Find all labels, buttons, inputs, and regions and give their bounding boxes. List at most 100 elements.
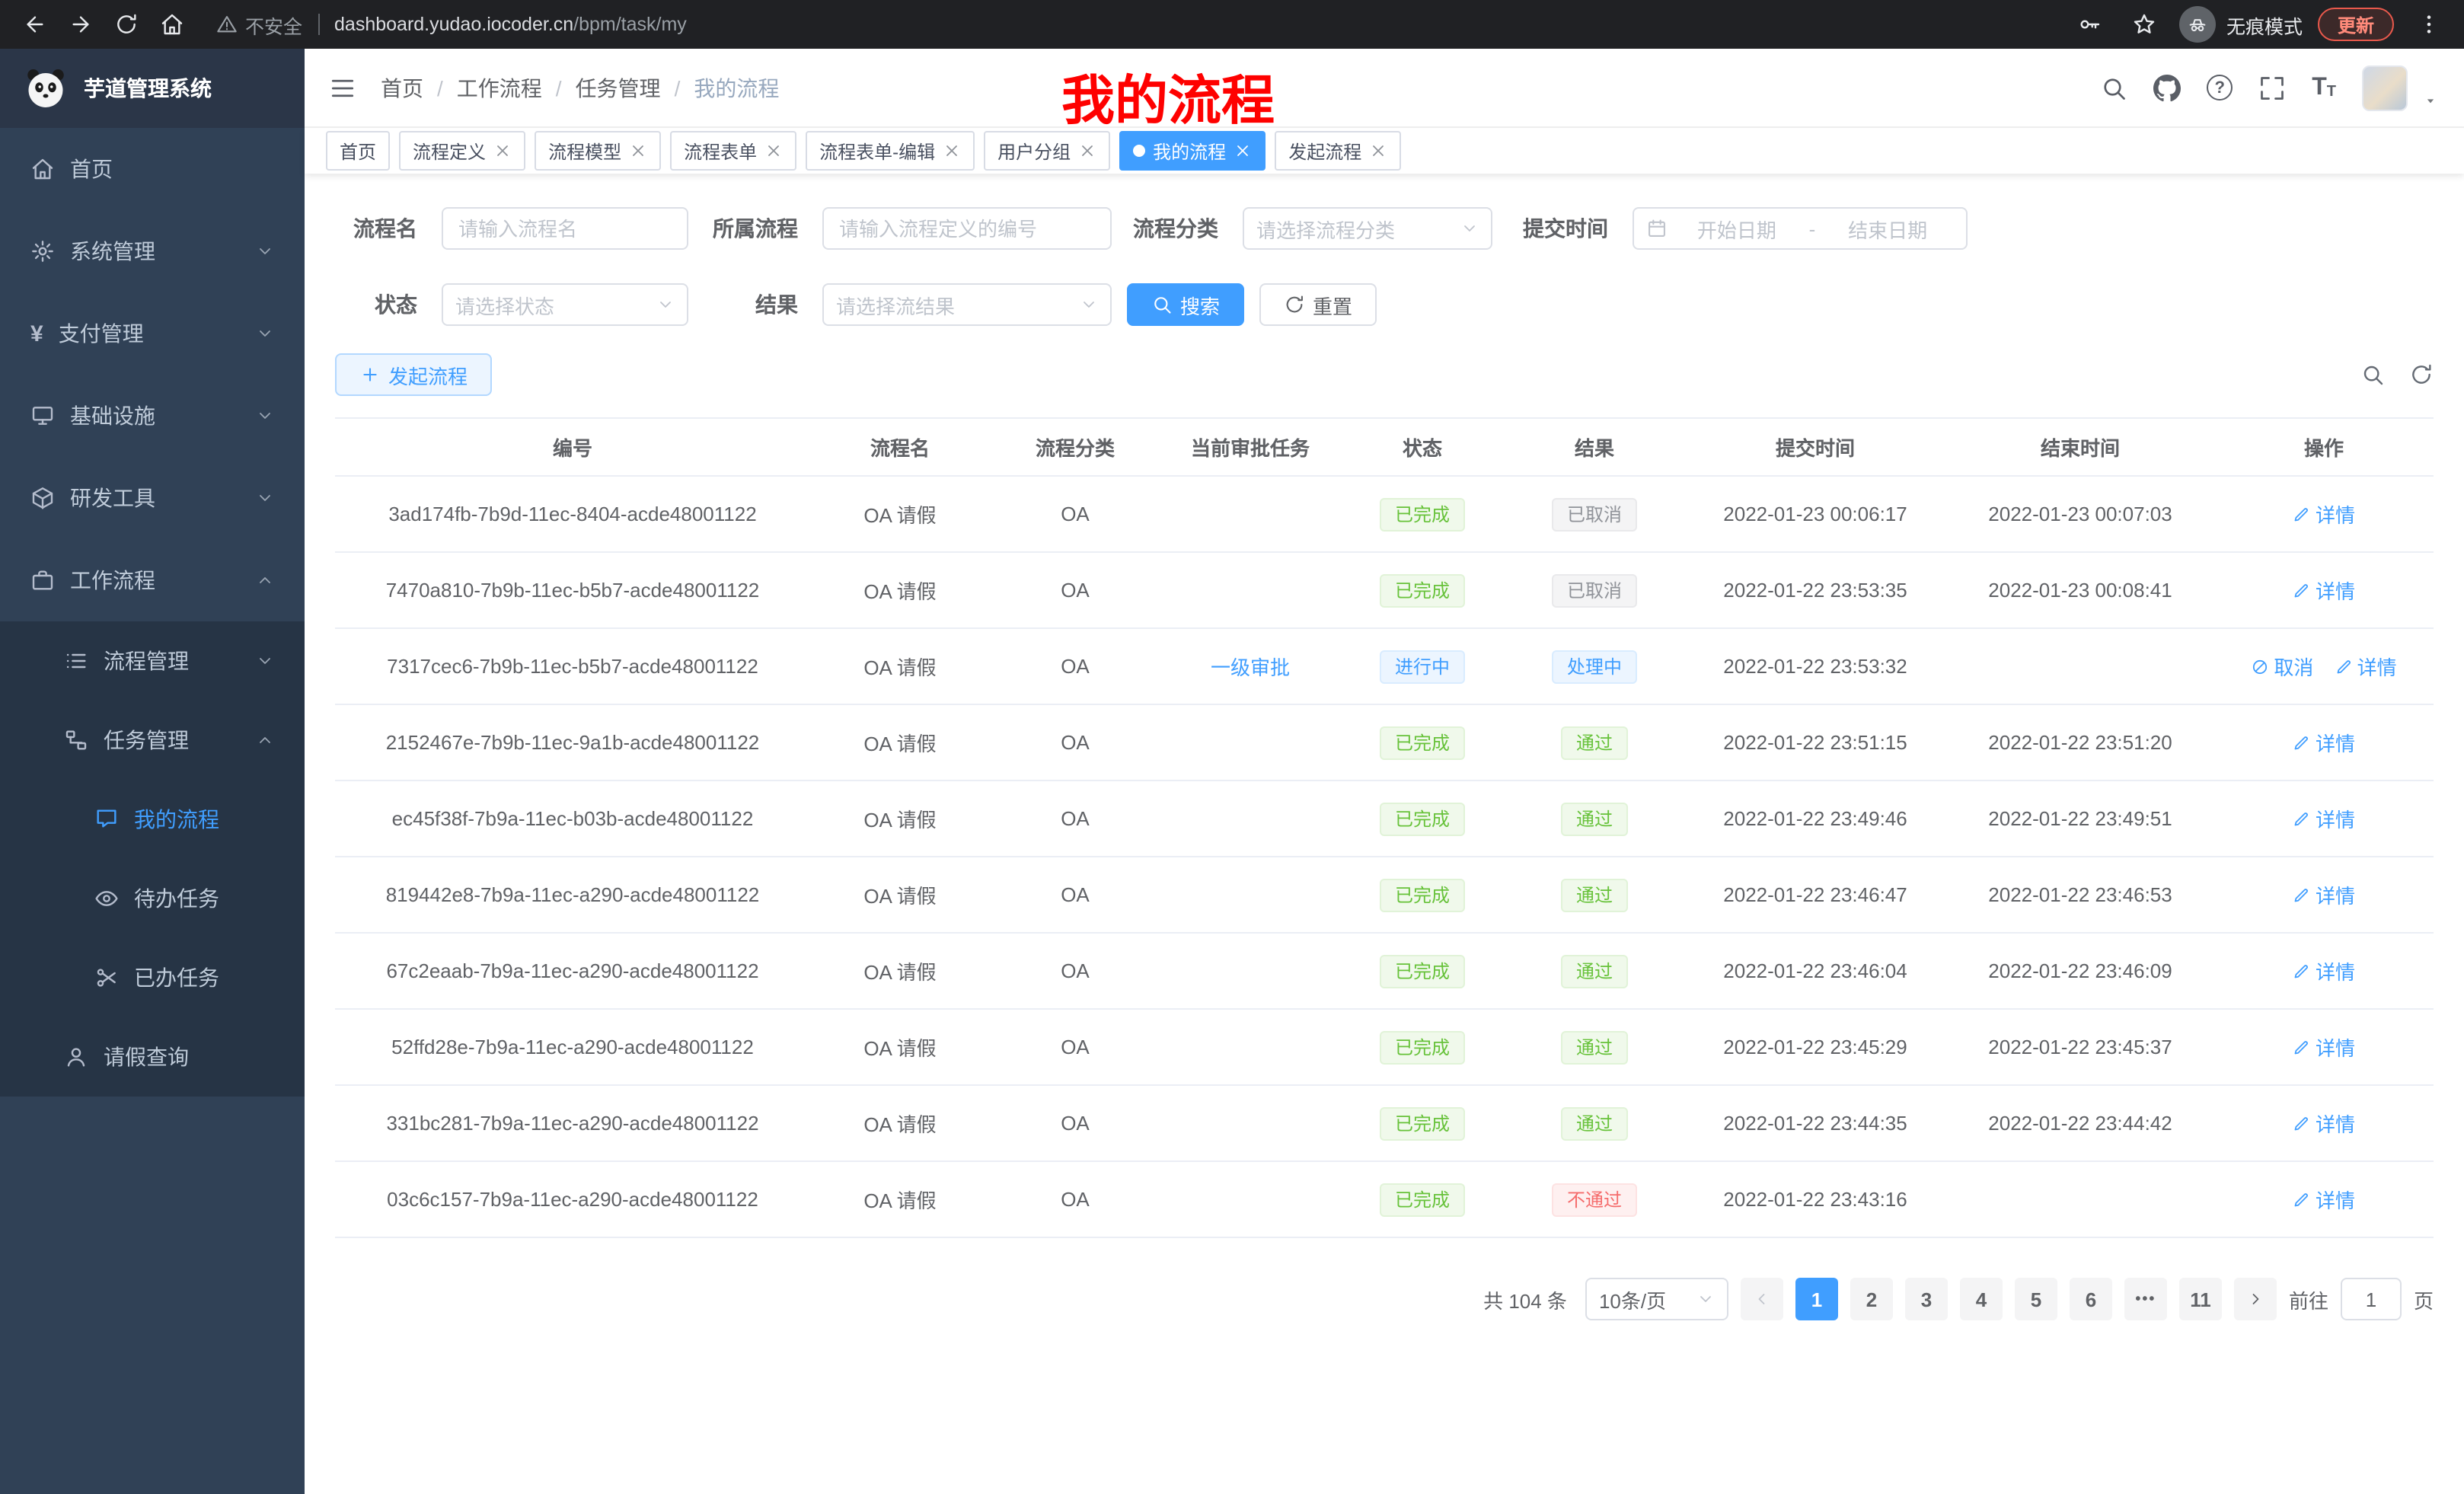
detail-link[interactable]: 详情 <box>2293 1185 2355 1214</box>
sidebar-item-infra[interactable]: 基础设施 <box>0 375 305 457</box>
tab-close-icon[interactable] <box>943 142 961 160</box>
sidebar-item-task-mgmt[interactable]: 任务管理 <box>0 701 305 780</box>
sidebar-item-workflow[interactable]: 工作流程 <box>0 539 305 621</box>
result-badge: 不通过 <box>1552 1183 1637 1216</box>
reload-button[interactable] <box>107 5 146 44</box>
back-button[interactable] <box>15 5 55 44</box>
github-button[interactable] <box>2153 74 2181 101</box>
current-task-link[interactable]: 一级审批 <box>1211 652 1290 681</box>
sidebar-toggle-button[interactable] <box>305 74 381 101</box>
tab-process-form[interactable]: 流程表单 <box>670 131 796 171</box>
detail-link[interactable]: 详情 <box>2335 652 2397 681</box>
sidebar-item-devtools[interactable]: 研发工具 <box>0 457 305 539</box>
sidebar-item-my-process[interactable]: 我的流程 <box>0 780 305 859</box>
browser-menu-button[interactable] <box>2409 5 2449 44</box>
result-select[interactable]: 请选择流结果 <box>822 283 1112 326</box>
tab-user-group[interactable]: 用户分组 <box>984 131 1110 171</box>
address-bar[interactable]: 不安全 dashboard.yudao.iocoder.cn /bpm/task… <box>198 5 2063 44</box>
breadcrumb-item-task-mgmt[interactable]: 任务管理 <box>576 72 661 103</box>
forward-button[interactable] <box>61 5 101 44</box>
detail-link[interactable]: 详情 <box>2293 804 2355 833</box>
sidebar-item-payment[interactable]: ¥ 支付管理 <box>0 292 305 375</box>
more-pages-button[interactable]: ••• <box>2124 1278 2167 1320</box>
tab-home[interactable]: 首页 <box>326 131 390 171</box>
process-id: 819442e8-7b9a-11ec-a290-acde48001122 <box>335 857 810 933</box>
category-select[interactable]: 请选择流程分类 <box>1243 207 1492 250</box>
header-search-button[interactable] <box>2100 74 2127 101</box>
end-time: 2022-01-22 23:49:51 <box>1946 781 2214 857</box>
goto-page-input[interactable] <box>2341 1278 2402 1320</box>
detail-link[interactable]: 详情 <box>2293 880 2355 909</box>
plus-icon <box>359 364 381 385</box>
status-select[interactable]: 请选择状态 <box>442 283 688 326</box>
detail-link[interactable]: 详情 <box>2293 500 2355 528</box>
panda-logo-icon <box>23 65 69 111</box>
tab-start-process[interactable]: 发起流程 <box>1275 131 1401 171</box>
page-button-5[interactable]: 5 <box>2015 1278 2057 1320</box>
edit-icon <box>2293 505 2311 523</box>
next-page-button[interactable] <box>2234 1278 2277 1320</box>
page-size-select[interactable]: 10条/页 <box>1585 1278 1728 1320</box>
sidebar-item-home[interactable]: 首页 <box>0 128 305 210</box>
page-button-1[interactable]: 1 <box>1795 1278 1838 1320</box>
user-avatar[interactable] <box>2362 65 2408 110</box>
page-button-6[interactable]: 6 <box>2070 1278 2112 1320</box>
browser-update-button[interactable]: 更新 <box>2318 8 2394 41</box>
sidebar-item-leave-query[interactable]: 请假查询 <box>0 1017 305 1097</box>
end-time: 2022-01-22 23:46:09 <box>1946 933 2214 1009</box>
tab-close-icon[interactable] <box>493 142 512 160</box>
process-name-input[interactable] <box>442 207 688 250</box>
tab-close-icon[interactable] <box>629 142 647 160</box>
help-button[interactable]: ? <box>2207 75 2233 101</box>
password-key-button[interactable] <box>2070 5 2109 44</box>
search-icon <box>2100 74 2127 101</box>
page-button-2[interactable]: 2 <box>1850 1278 1893 1320</box>
result-badge: 通过 <box>1561 1030 1628 1064</box>
toggle-search-button[interactable] <box>2360 362 2385 387</box>
font-size-button[interactable]: TT <box>2312 75 2336 100</box>
detail-link[interactable]: 详情 <box>2293 956 2355 985</box>
breadcrumb-item-workflow[interactable]: 工作流程 <box>457 72 542 103</box>
table-row: 52ffd28e-7b9a-11ec-a290-acde48001122 OA … <box>335 1009 2434 1085</box>
fullscreen-button[interactable] <box>2258 74 2286 101</box>
detail-link[interactable]: 详情 <box>2293 1033 2355 1061</box>
submit-time-range-picker[interactable]: 开始日期 - 结束日期 <box>1633 207 1968 250</box>
tab-process-form-edit[interactable]: 流程表单-编辑 <box>806 131 975 171</box>
process-name: OA 请假 <box>810 628 990 704</box>
breadcrumb-item-home[interactable]: 首页 <box>381 72 423 103</box>
incognito-icon <box>2179 6 2216 43</box>
tab-close-icon[interactable] <box>1078 142 1096 160</box>
process-id: 52ffd28e-7b9a-11ec-a290-acde48001122 <box>335 1009 810 1085</box>
tab-my-process[interactable]: 我的流程 <box>1119 131 1266 171</box>
tab-process-model[interactable]: 流程模型 <box>535 131 661 171</box>
parent-process-input[interactable] <box>822 207 1112 250</box>
prev-page-button[interactable] <box>1741 1278 1783 1320</box>
status-badge: 已完成 <box>1380 954 1465 988</box>
edit-icon <box>2293 809 2311 828</box>
sidebar-item-done-tasks[interactable]: 已办任务 <box>0 938 305 1017</box>
search-button[interactable]: 搜索 <box>1127 283 1244 326</box>
caret-down-icon[interactable] <box>2421 92 2440 110</box>
detail-link[interactable]: 详情 <box>2293 576 2355 605</box>
tab-process-definition[interactable]: 流程定义 <box>399 131 525 171</box>
detail-link[interactable]: 详情 <box>2293 1109 2355 1138</box>
result-badge: 处理中 <box>1552 650 1637 683</box>
sidebar: 芋道管理系统 首页 系统管理 ¥ 支付管理 基础设施 <box>0 49 305 1494</box>
home-button[interactable] <box>152 5 192 44</box>
refresh-table-button[interactable] <box>2409 362 2434 387</box>
reset-button[interactable]: 重置 <box>1259 283 1377 326</box>
chevron-down-icon <box>656 295 675 314</box>
detail-link[interactable]: 详情 <box>2293 728 2355 757</box>
tab-close-icon[interactable] <box>764 142 783 160</box>
sidebar-item-process-mgmt[interactable]: 流程管理 <box>0 621 305 701</box>
create-process-button[interactable]: 发起流程 <box>335 353 492 396</box>
tab-close-icon[interactable] <box>1369 142 1387 160</box>
bookmark-button[interactable] <box>2124 5 2164 44</box>
page-button-3[interactable]: 3 <box>1905 1278 1948 1320</box>
page-button-4[interactable]: 4 <box>1960 1278 2003 1320</box>
cancel-link[interactable]: 取消 <box>2251 652 2313 681</box>
sidebar-item-system[interactable]: 系统管理 <box>0 210 305 292</box>
sidebar-item-todo-tasks[interactable]: 待办任务 <box>0 859 305 938</box>
page-button-11[interactable]: 11 <box>2179 1278 2222 1320</box>
tab-close-icon[interactable] <box>1234 142 1252 160</box>
